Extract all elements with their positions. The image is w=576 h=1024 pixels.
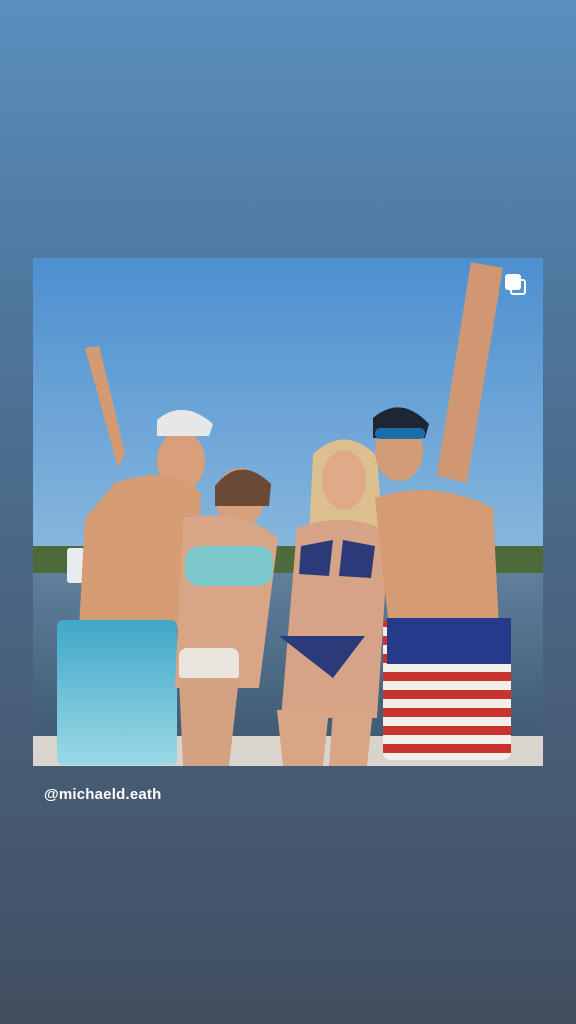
mention-sticker[interactable]: @michaeld.eath	[44, 786, 161, 803]
post-photo	[33, 258, 543, 766]
shared-post-card[interactable]	[33, 258, 543, 766]
multiple-photos-icon	[505, 274, 529, 298]
